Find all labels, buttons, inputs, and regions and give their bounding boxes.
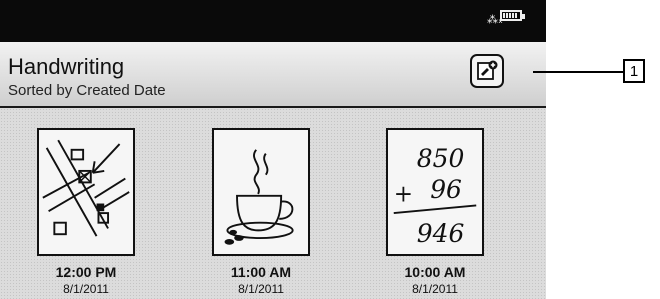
note-date-3: 8/1/2011 — [412, 282, 458, 296]
note-time-2: 11:00 AM — [230, 264, 292, 280]
sketch-text-96: 96 — [430, 175, 462, 204]
new-handwriting-button[interactable] — [470, 54, 504, 88]
sort-label: Sorted by Created Date — [8, 82, 166, 99]
header-bar: Handwriting Sorted by Created Date — [0, 42, 546, 108]
status-bar: ⁂ₓ — [0, 0, 546, 42]
note-thumbnail-1[interactable] — [37, 128, 135, 256]
sketch-text-850: 850 — [417, 144, 465, 173]
callout-line — [533, 71, 623, 73]
math-sum-sketch-icon: 850 + 96 946 — [393, 144, 477, 248]
note-date-2: 8/1/2011 — [238, 282, 284, 296]
battery-icon — [500, 10, 525, 21]
callout-label: 1 — [623, 59, 645, 83]
device-screen: ⁂ₓ Handwriting Sorted by Created Date 12… — [0, 0, 546, 299]
note-time-1: 12:00 PM — [55, 264, 117, 280]
map-sketch-icon — [42, 139, 130, 237]
note-thumbnail-3[interactable]: 850 + 96 946 — [386, 128, 484, 256]
note-time-3: 10:00 AM — [404, 264, 466, 280]
new-handwriting-icon — [477, 60, 498, 80]
sketch-text-plus: + — [394, 182, 413, 208]
note-thumbnail-2[interactable] — [212, 128, 310, 256]
coffee-cup-sketch-icon — [224, 149, 294, 245]
sketch-text-946: 946 — [417, 219, 465, 248]
page-title: Handwriting — [8, 54, 125, 79]
note-date-1: 8/1/2011 — [63, 282, 109, 296]
